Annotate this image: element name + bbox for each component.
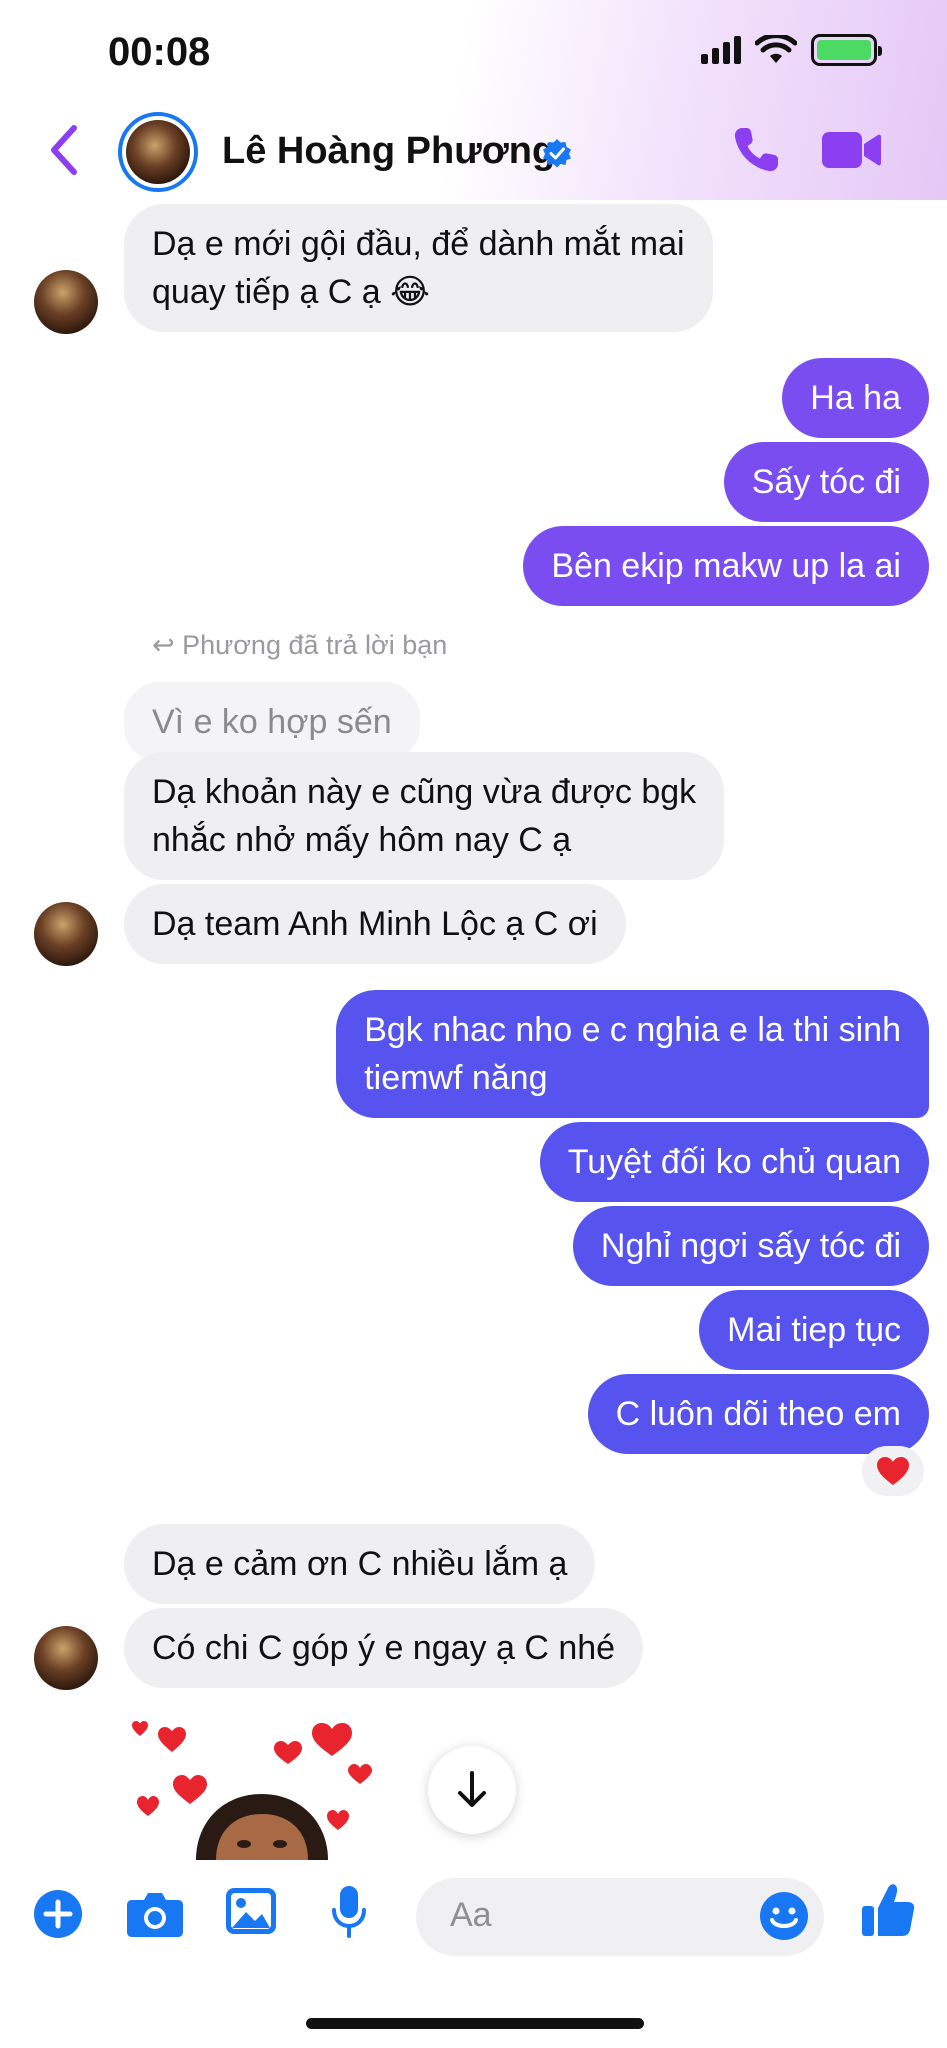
emoji-icon[interactable]: [758, 1890, 810, 1942]
home-indicator: [306, 2018, 644, 2029]
status-time: 00:08: [108, 30, 211, 74]
phone-call-icon[interactable]: [730, 124, 782, 176]
message-incoming[interactable]: Dạ khoản này e cũng vừa được bgk nhắc nh…: [124, 752, 725, 880]
arrow-down-icon: [458, 1771, 486, 1807]
message-outgoing[interactable]: Ha ha: [782, 358, 929, 438]
message-outgoing[interactable]: Bên ekip makw up la ai: [523, 526, 929, 606]
plus-icon[interactable]: [32, 1888, 84, 1940]
image-icon[interactable]: [224, 1886, 278, 1936]
cellular-signal-icon: [701, 36, 741, 64]
chat-header: Lê Hoàng Phương: [0, 112, 947, 196]
message-outgoing[interactable]: Nghỉ ngơi sấy tóc đi: [572, 1206, 929, 1286]
camera-icon[interactable]: [126, 1890, 184, 1938]
message-outgoing[interactable]: C luôn dõi theo em: [587, 1374, 929, 1454]
back-arrow-icon[interactable]: [40, 120, 90, 180]
status-icons: [701, 34, 882, 66]
like-icon[interactable]: [860, 1880, 916, 1940]
message-input-placeholder: Aa: [450, 1896, 492, 1934]
message-outgoing[interactable]: Tuyệt đối ko chủ quan: [539, 1122, 929, 1202]
heart-icon: [877, 1457, 909, 1485]
sender-avatar[interactable]: [34, 270, 98, 334]
hearts-sticker[interactable]: [128, 1712, 398, 1860]
video-call-icon[interactable]: [820, 126, 882, 174]
message-incoming[interactable]: Dạ e cảm ơn C nhiều lắm ạ: [124, 1524, 596, 1604]
message-input[interactable]: Aa: [416, 1878, 824, 1956]
sender-avatar[interactable]: [34, 902, 98, 966]
message-incoming[interactable]: Có chi C góp ý e ngay ạ C nhé: [124, 1608, 644, 1688]
contact-name[interactable]: Lê Hoàng Phương: [222, 130, 555, 173]
scroll-to-bottom-button[interactable]: [428, 1746, 516, 1834]
wifi-icon: [755, 35, 797, 63]
message-outgoing[interactable]: Sấy tóc đi: [723, 442, 929, 522]
message-incoming[interactable]: Dạ team Anh Minh Lộc ạ C ơi: [124, 884, 626, 964]
message-outgoing[interactable]: Mai tiep tục: [699, 1290, 929, 1370]
battery-icon: [811, 34, 882, 66]
quoted-message[interactable]: Vì e ko hợp sến: [124, 682, 420, 762]
reply-indicator: ↩ Phương đã trả lời bạn: [152, 630, 448, 660]
sender-avatar[interactable]: [34, 1626, 98, 1690]
reply-arrow-icon: ↩: [152, 630, 183, 660]
message-incoming[interactable]: Dạ e mới gội đầu, để dành mắt mai quay t…: [124, 204, 713, 332]
message-outgoing[interactable]: Bgk nhac nho e c nghia e la thi sinh tie…: [336, 990, 929, 1118]
verified-badge-icon: [543, 139, 571, 168]
heart-reaction-icon[interactable]: [862, 1446, 924, 1496]
microphone-icon[interactable]: [330, 1884, 368, 1940]
contact-avatar[interactable]: [118, 112, 198, 192]
